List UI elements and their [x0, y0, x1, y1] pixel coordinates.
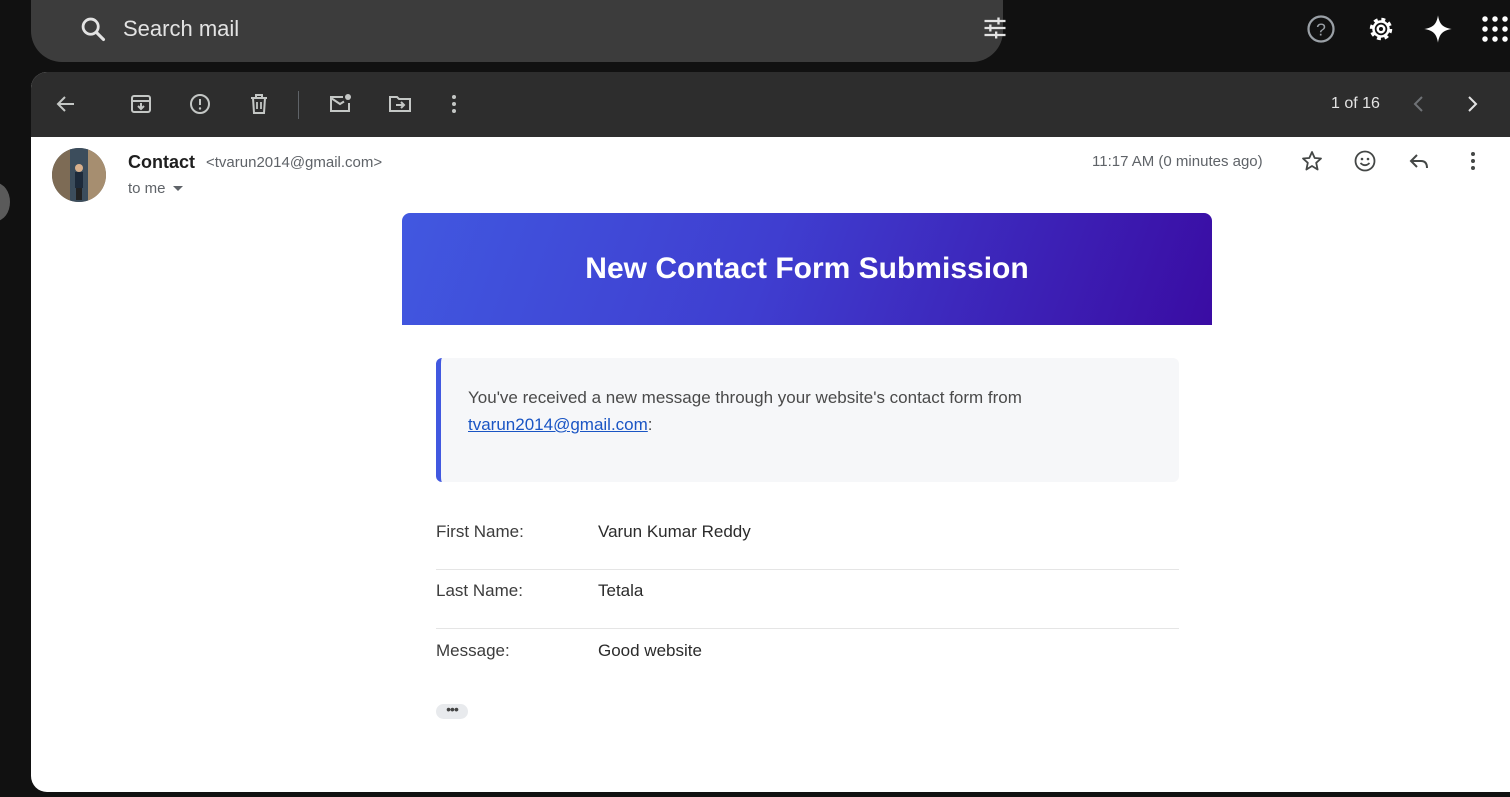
star-icon[interactable]	[1300, 149, 1324, 173]
field-value: Good website	[598, 641, 702, 660]
show-trimmed-content-button[interactable]: •••	[436, 702, 468, 719]
sender-email-link[interactable]: tvarun2014@gmail.com	[468, 415, 648, 434]
side-panel-toggle[interactable]	[0, 183, 10, 221]
notice-box: You've received a new message through yo…	[436, 358, 1179, 482]
sender-name[interactable]: Contact	[128, 152, 195, 173]
search-options-icon[interactable]	[981, 14, 1009, 42]
caret-down-icon[interactable]	[172, 185, 184, 193]
field-value: Tetala	[598, 581, 644, 600]
field-label: Last Name:	[436, 581, 523, 600]
field-row-first-name: First Name: Varun Kumar Reddy	[436, 510, 1179, 570]
avatar[interactable]	[52, 148, 106, 202]
toolbar-divider	[298, 91, 299, 119]
email-timestamp: 11:17 AM (0 minutes ago)	[1092, 153, 1263, 170]
field-row-last-name: Last Name: Tetala	[436, 569, 1179, 629]
delete-icon[interactable]	[247, 92, 271, 116]
recipient-details[interactable]: to me	[128, 180, 184, 197]
sender-email: <tvarun2014@gmail.com>	[206, 154, 383, 171]
apps-grid-icon[interactable]	[1480, 14, 1510, 44]
archive-icon[interactable]	[129, 92, 153, 116]
chevron-left-icon[interactable]	[1407, 92, 1431, 116]
notice-text: You've received a new message through yo…	[468, 388, 1022, 407]
help-icon[interactable]: ?	[1306, 14, 1336, 44]
more-vert-icon[interactable]	[1461, 149, 1485, 173]
email-banner: New Contact Form Submission	[402, 213, 1212, 325]
settings-icon[interactable]	[1366, 14, 1396, 44]
svg-text:?: ?	[1316, 19, 1326, 39]
notice-suffix: :	[647, 415, 653, 434]
email-view-panel: 1 of 16 Contact <tvarun2014@gmail.com> t…	[31, 72, 1510, 792]
field-label: Message:	[436, 641, 510, 660]
move-to-icon[interactable]	[388, 92, 412, 116]
avatar-photo	[52, 148, 106, 202]
mark-unread-icon[interactable]	[328, 92, 352, 116]
report-spam-icon[interactable]	[188, 92, 212, 116]
recipient-label: to me	[128, 180, 166, 197]
banner-title: New Contact Form Submission	[585, 252, 1029, 285]
pagination-count: 1 of 16	[1331, 95, 1380, 112]
field-value: Varun Kumar Reddy	[598, 522, 751, 541]
back-arrow-icon[interactable]	[54, 92, 78, 116]
search-bar[interactable]	[31, 0, 1006, 62]
reply-icon[interactable]	[1407, 149, 1431, 173]
more-vert-icon[interactable]	[442, 92, 466, 116]
chevron-right-icon[interactable]	[1460, 92, 1484, 116]
search-icon[interactable]	[79, 15, 107, 43]
gemini-sparkle-icon[interactable]	[1423, 14, 1453, 44]
field-row-message: Message: Good website	[436, 629, 1179, 689]
email-toolbar: 1 of 16	[31, 72, 1510, 137]
field-label: First Name:	[436, 522, 524, 541]
search-input[interactable]	[121, 12, 925, 46]
emoji-reaction-icon[interactable]	[1353, 149, 1377, 173]
